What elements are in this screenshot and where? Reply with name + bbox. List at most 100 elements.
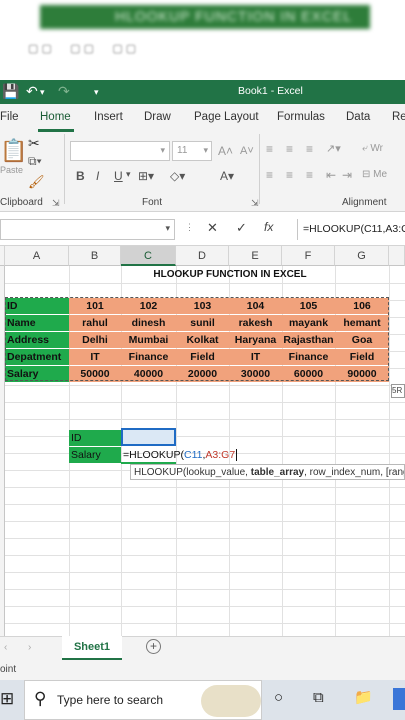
align-center-icon[interactable]: ≡ [286,168,293,182]
windows-taskbar: ⊞ ⚲ Type here to search ○ ⧉ 📁 [0,680,405,720]
tab-data[interactable]: Data [346,111,370,123]
scroll-right-icon[interactable]: › [28,642,31,653]
column-header-f[interactable]: F [282,246,335,266]
align-top-icon[interactable]: ≡ [266,142,273,156]
scroll-left-icon[interactable]: ‹ [4,642,7,653]
sheet-title-cell[interactable]: HLOOKUP FUNCTION IN EXCEL [70,267,390,283]
gridline [5,283,405,284]
tab-formulas[interactable]: Formulas [277,111,325,123]
formula-bar: ▾ ⋮ ✕ ✓ fx =HLOOKUP(C11,A3:G [0,212,405,246]
tooltip-active-arg: table_array [250,467,305,478]
borders-icon[interactable]: ⊞▾ [138,169,154,183]
tab-insert[interactable]: Insert [94,111,123,123]
increase-indent-icon[interactable]: ⇥ [342,168,352,182]
lookup-label-id[interactable]: ID [69,430,121,446]
name-box-dropdown-icon[interactable]: ▾ [165,223,170,234]
clipboard-launcher-icon[interactable]: ⇲ [52,198,60,209]
tab-file[interactable]: File [0,111,19,123]
grow-font-icon[interactable]: A˄ [218,144,233,158]
decrease-indent-icon[interactable]: ⇤ [326,168,336,182]
paste-icon[interactable]: 📋 [0,138,27,164]
gridline [5,504,405,505]
gridline [5,572,405,573]
file-explorer-icon[interactable]: 📁 [354,688,373,706]
paste-label[interactable]: Paste [0,165,23,175]
function-tooltip[interactable]: HLOOKUP(lookup_value, table_array, row_i… [130,464,405,480]
tab-home[interactable]: Home [40,111,71,123]
align-bottom-icon[interactable]: ≡ [306,142,313,156]
fill-color-icon[interactable]: ◇▾ [170,169,185,183]
name-box[interactable]: ▾ [0,219,175,240]
toolbar-customize-icon[interactable]: ▾ [94,87,99,98]
active-cell-underline [121,447,176,464]
gridline [5,487,405,488]
gridline [5,623,405,624]
gridline [5,385,405,386]
font-group-label: Font [142,197,163,208]
bold-icon[interactable]: B [76,169,85,183]
cancel-icon[interactable]: ✕ [207,220,218,236]
font-name-dropdown-icon[interactable]: ▾ [160,145,165,156]
add-sheet-button[interactable]: + [146,639,161,654]
tab-review[interactable]: Re [392,111,405,123]
font-size-box[interactable]: 11 ▾ [172,141,212,161]
formula-ref-1: C11 [183,449,203,461]
font-color-icon[interactable]: A▾ [220,169,234,183]
task-view-icon[interactable]: ⧉ [313,689,324,706]
cut-icon[interactable]: ✂ [28,135,40,152]
status-mode: oint [0,664,17,675]
column-header-a[interactable]: A [5,246,69,266]
italic-icon[interactable]: I [96,169,99,183]
blurred-banner: HLOOKUP FUNCTION IN EXCEL [40,5,370,29]
column-header-h[interactable] [389,246,405,266]
windows-start-icon[interactable]: ⊞ [0,689,14,709]
copy-icon[interactable]: ⧉▾ [28,154,42,169]
window-title: Book1 - Excel [238,85,303,97]
orientation-icon[interactable]: ↗▾ [326,142,341,155]
font-size-dropdown-icon[interactable]: ▾ [203,145,208,156]
enter-icon[interactable]: ✓ [236,220,247,236]
clipboard-group-label: Clipboard [0,197,43,208]
ribbon: 📋 Paste ✂ ⧉▾ 🖌 Clipboard ⇲ ▾ 11 ▾ A˄ A˅ … [0,132,405,212]
formula-reference-highlight [121,428,176,446]
alignment-group-label: Alignment [342,197,387,208]
sheet-tab-sheet1[interactable]: Sheet1 [62,636,122,661]
quick-analysis-button[interactable]: 5R [391,384,405,398]
underline-icon[interactable]: U [114,169,123,183]
blurred-menu: ▢ ▢ ▢ ▢ ▢ ▢ [28,43,137,55]
gridline [5,538,405,539]
formula-input[interactable]: =HLOOKUP(C11,A3:G [297,219,405,240]
status-bar: oint [0,660,405,680]
title-bar: 💾 ↶ ▾ ↷ ▾ Book1 - Excel [0,80,405,104]
undo-icon[interactable]: ↶ [26,83,38,100]
save-icon[interactable]: 💾 [2,83,19,100]
taskbar-search-box[interactable]: ⚲ Type here to search [24,680,262,720]
column-header-d[interactable]: D [176,246,229,266]
column-header-g[interactable]: G [335,246,389,266]
format-painter-icon[interactable]: 🖌 [28,174,45,190]
video-header: HLOOKUP FUNCTION IN EXCEL ▢ ▢ ▢ ▢ ▢ ▢ [0,0,405,80]
sheet-tab-bar: ‹ › Sheet1 + [0,636,405,661]
wrap-text-button[interactable]: ⤶ Wr [362,143,383,154]
tab-draw[interactable]: Draw [144,111,171,123]
lookup-label-salary[interactable]: Salary [69,447,121,463]
gridline [5,606,405,607]
align-right-icon[interactable]: ≡ [306,168,313,182]
column-header-e[interactable]: E [229,246,282,266]
cortana-icon[interactable]: ○ [274,689,283,706]
align-middle-icon[interactable]: ≡ [286,142,293,156]
font-name-box[interactable]: ▾ [70,141,170,161]
column-header-c[interactable]: C [121,246,176,266]
tab-page-layout[interactable]: Page Layout [194,111,259,123]
shrink-font-icon[interactable]: A˅ [240,145,254,157]
pinned-app-icon[interactable] [393,688,405,710]
gridline [5,402,405,403]
underline-dropdown-icon[interactable]: ▾ [126,169,131,180]
undo-dropdown-icon[interactable]: ▾ [40,87,45,98]
align-left-icon[interactable]: ≡ [266,168,273,182]
merge-center-button[interactable]: ⊟ Me [362,169,387,180]
formula-bar-grip-icon: ⋮ [185,222,194,232]
font-launcher-icon[interactable]: ⇲ [251,198,259,209]
insert-function-icon[interactable]: fx [264,220,273,234]
column-header-b[interactable]: B [69,246,121,266]
